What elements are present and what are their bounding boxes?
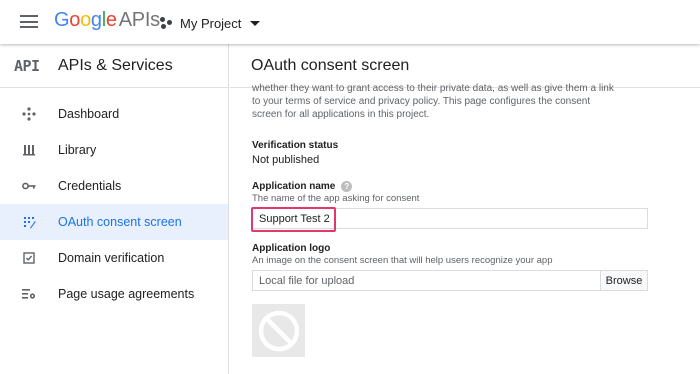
main-content: OAuth consent screen whether they want t…	[230, 44, 700, 374]
sidebar-item-label: Domain verification	[58, 251, 165, 265]
sidebar-item-dashboard[interactable]: Dashboard	[0, 96, 228, 132]
browse-button[interactable]: Browse	[600, 270, 648, 291]
sidebar: API APIs & Services Dashboard Library Cr…	[0, 44, 229, 374]
sidebar-item-credentials[interactable]: Credentials	[0, 168, 228, 204]
key-icon	[21, 178, 37, 194]
help-icon[interactable]: ?	[341, 181, 353, 192]
application-name-field	[251, 207, 648, 232]
verification-status-label: Verification status	[252, 140, 339, 151]
intro-line: to your terms of service and privacy pol…	[252, 96, 591, 107]
logo-file-input[interactable]: Local file for upload	[252, 270, 600, 291]
dropdown-caret-icon	[250, 20, 261, 26]
no-image-icon	[258, 310, 299, 351]
checkbox-icon	[21, 250, 37, 266]
application-name-label: Application name ?	[252, 181, 682, 192]
logo-preview	[252, 304, 305, 357]
dashboard-icon	[21, 106, 37, 122]
consent-icon	[21, 214, 37, 230]
api-icon: API	[14, 56, 40, 75]
sidebar-item-label: Library	[58, 143, 97, 157]
application-logo-label: Application logo	[252, 243, 331, 254]
intro-line: whether they want to grant access to the…	[252, 83, 614, 94]
application-name-label-text: Application name	[252, 181, 336, 192]
top-app-bar: Google APIs My Project	[0, 0, 700, 44]
sidebar-item-label: Dashboard	[58, 107, 120, 121]
google-apis-logo[interactable]: Google APIs	[54, 9, 160, 32]
sidebar-item-label: Page usage agreements	[58, 287, 195, 301]
sidebar-nav: Dashboard Library Credentials OAuth cons…	[0, 88, 228, 312]
project-icon	[160, 16, 174, 30]
application-logo-description: An image on the consent screen that will…	[252, 255, 553, 266]
sidebar-title: APIs & Services	[58, 56, 173, 74]
application-name-description: The name of the app asking for consent	[252, 193, 420, 204]
intro-line: screen for all applications in this proj…	[252, 109, 430, 120]
sidebar-item-page-usage-agreements[interactable]: Page usage agreements	[0, 276, 228, 312]
verification-status-value: Not published	[252, 154, 320, 166]
sidebar-item-label: Credentials	[58, 179, 122, 193]
project-selector[interactable]: My Project	[160, 13, 261, 33]
library-icon	[21, 142, 37, 158]
sidebar-item-library[interactable]: Library	[0, 132, 228, 168]
sidebar-item-label: OAuth consent screen	[58, 215, 182, 229]
hamburger-menu-icon[interactable]	[20, 15, 38, 28]
sidebar-header: API APIs & Services	[0, 44, 228, 88]
consent-form: whether they want to grant access to the…	[251, 82, 682, 357]
sidebar-item-oauth-consent-screen[interactable]: OAuth consent screen	[0, 204, 228, 240]
settings-list-icon	[21, 286, 37, 302]
intro-text: whether they want to grant access to the…	[252, 82, 682, 121]
project-name: My Project	[180, 15, 242, 31]
application-name-input[interactable]	[253, 209, 647, 228]
page-title: OAuth consent screen	[251, 56, 410, 74]
sidebar-item-domain-verification[interactable]: Domain verification	[0, 240, 228, 276]
logo-upload-row: Local file for upload Browse	[252, 270, 648, 291]
